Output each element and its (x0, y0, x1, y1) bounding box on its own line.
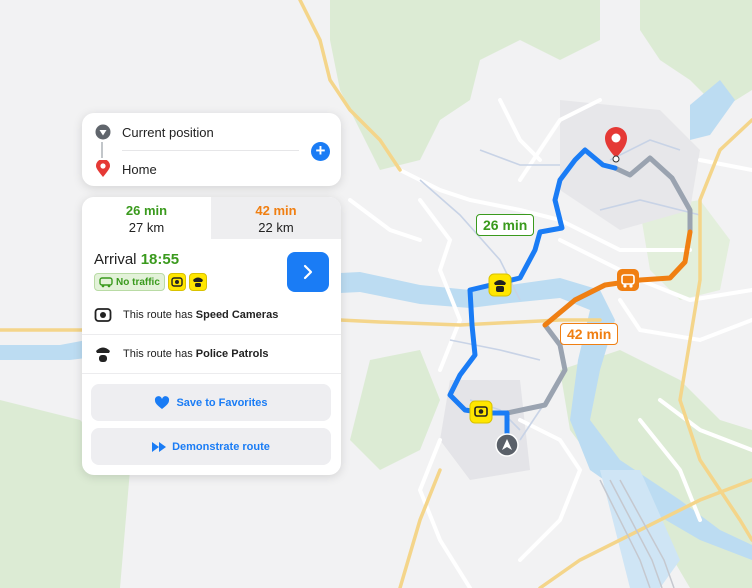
origin-marker-icon (94, 123, 112, 141)
tab-time: 26 min (125, 203, 168, 218)
origin-label: Current position (122, 124, 214, 140)
origin-row[interactable]: Current position (94, 122, 214, 142)
arrival-info: Arrival 18:55 (94, 251, 179, 268)
speed-cameras-text: This route has Speed Cameras (123, 309, 278, 321)
tab-fast-route[interactable]: 26 min 27 km (82, 197, 211, 239)
slow-route-time-label[interactable]: 42 min (560, 323, 619, 345)
fast-route-time-label[interactable]: 26 min (476, 214, 535, 236)
no-traffic-badge: No traffic (94, 273, 165, 291)
tab-time: 42 min (255, 203, 297, 218)
route-connector (101, 142, 103, 158)
chevron-right-icon (303, 264, 313, 280)
police-icon (188, 273, 207, 291)
demonstrate-route-button[interactable]: Demonstrate route (91, 428, 331, 465)
save-to-favorites-label: Save to Favorites (176, 396, 268, 409)
tab-distance: 27 km (128, 220, 165, 235)
arrival-time: 18:55 (140, 251, 180, 268)
route-search-card: Current position Home + (82, 113, 341, 186)
save-to-favorites-button[interactable]: Save to Favorites (91, 384, 331, 421)
destination-label: Home (122, 161, 157, 177)
no-traffic-label: No traffic (116, 276, 160, 288)
police-patrols-prefix: This route has (123, 347, 193, 360)
start-navigation-button[interactable] (287, 252, 329, 292)
destination-row[interactable]: Home (94, 159, 157, 179)
traffic-jam-icon[interactable] (617, 269, 639, 291)
police-patrols-bold: Police Patrols (195, 347, 269, 360)
fast-forward-icon (152, 441, 167, 452)
navigation-arrow-icon[interactable] (495, 433, 519, 457)
add-stop-button[interactable]: + (311, 142, 330, 161)
heart-icon (154, 395, 170, 410)
route-details-card: 26 min 27 km 42 min 22 km Arrival 18:55 … (82, 197, 341, 475)
destination-marker-icon (94, 160, 112, 178)
arrival-label: Arrival (94, 251, 137, 268)
speed-cameras-row: This route has Speed Cameras (82, 295, 341, 334)
divider (82, 373, 341, 374)
route-tabs: 26 min 27 km 42 min 22 km (82, 197, 341, 239)
speed-cameras-bold: Speed Cameras (195, 308, 279, 321)
police-icon (93, 345, 113, 363)
tab-distance: 22 km (258, 220, 294, 235)
police-icon[interactable] (488, 273, 512, 297)
police-patrols-row: This route has Police Patrols (82, 334, 341, 373)
speed-camera-icon (167, 273, 186, 291)
speed-cameras-prefix: This route has (123, 308, 193, 321)
tab-slow-route[interactable]: 42 min 22 km (211, 197, 341, 239)
demonstrate-route-label: Demonstrate route (172, 440, 270, 453)
police-patrols-text: This route has Police Patrols (123, 348, 269, 360)
car-icon (99, 277, 113, 288)
route-badges: No traffic (94, 273, 207, 291)
divider (122, 150, 299, 151)
speed-camera-icon (93, 307, 113, 323)
speed-camera-icon[interactable] (469, 400, 493, 424)
